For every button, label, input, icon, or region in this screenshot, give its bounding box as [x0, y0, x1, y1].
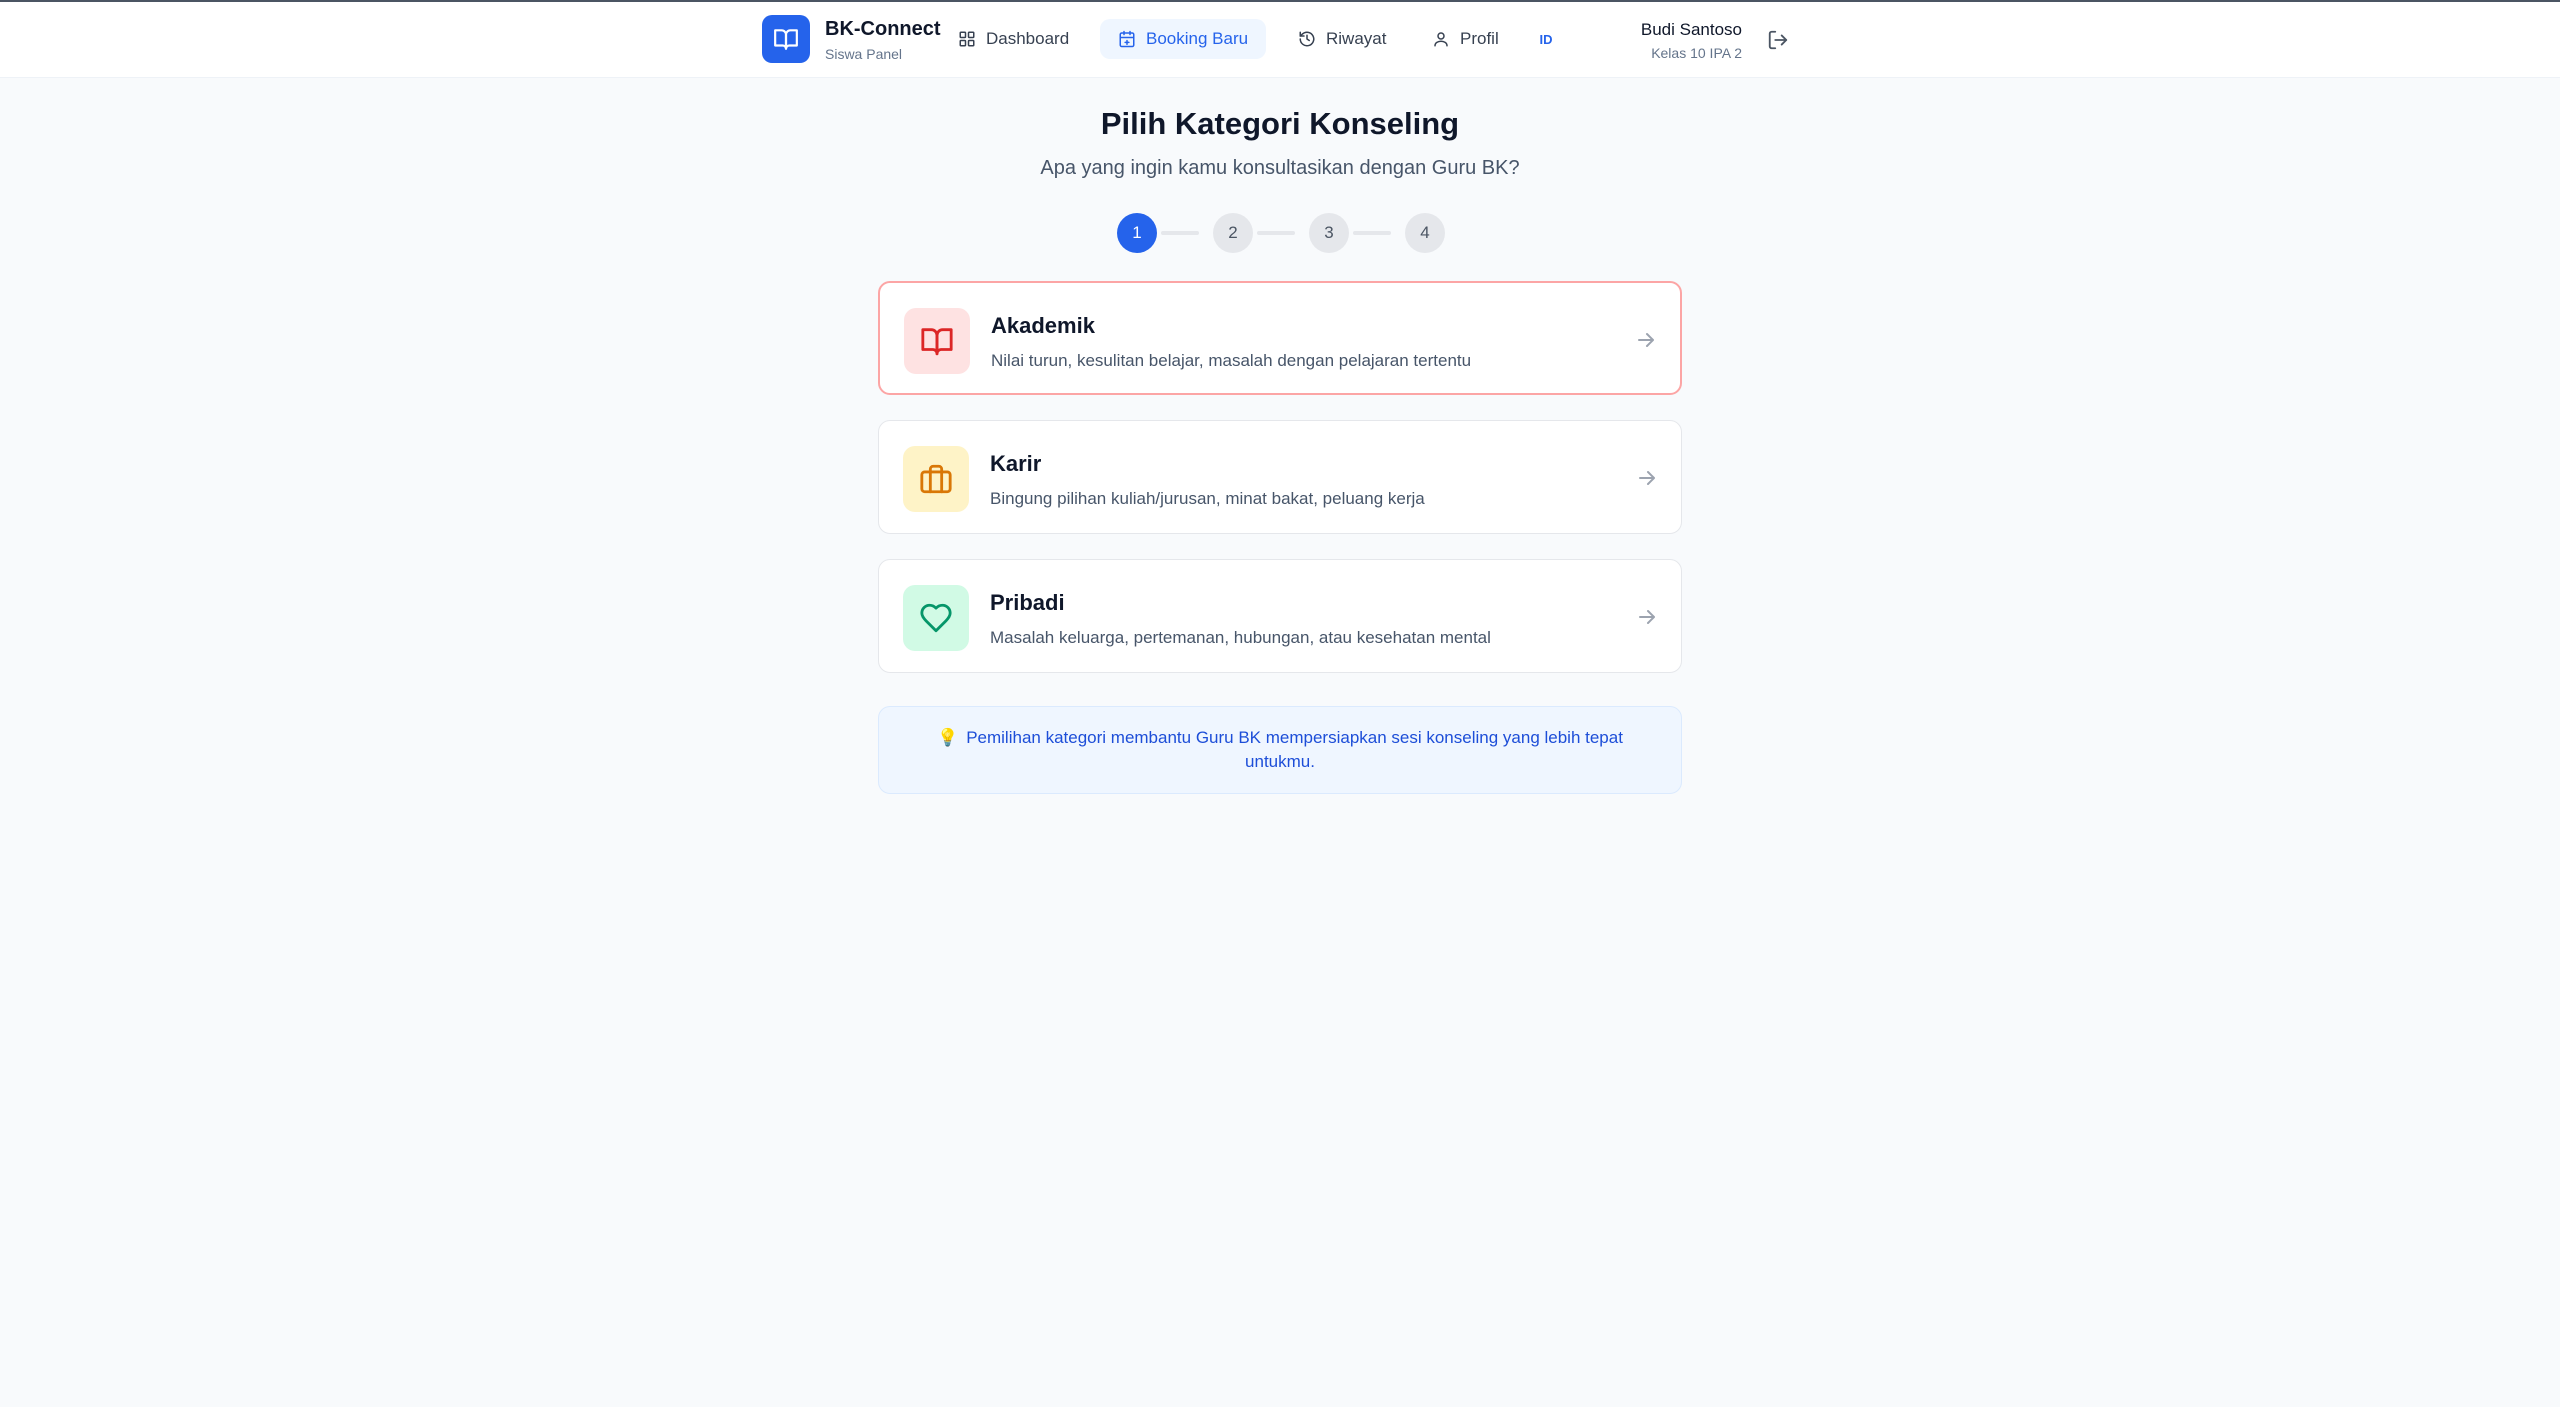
- history-icon: [1299, 31, 1315, 47]
- step-connector: [1353, 231, 1391, 235]
- step-4: 4: [1405, 213, 1445, 253]
- category-title: Akademik: [991, 313, 1095, 338]
- arrow-right-icon: [1638, 333, 1654, 347]
- category-card-pribadi[interactable]: Pribadi Masalah keluarga, pertemanan, hu…: [878, 559, 1682, 673]
- user-name: Budi Santoso: [1640, 20, 1742, 39]
- nav-profil-label: Profil: [1460, 29, 1499, 48]
- pribadi-icon-box: [903, 585, 969, 651]
- category-card-karir[interactable]: Karir Bingung pilihan kuliah/jurusan, mi…: [878, 420, 1682, 534]
- nav-booking-baru[interactable]: Booking Baru: [1100, 19, 1267, 59]
- logout-button[interactable]: [1764, 26, 1792, 54]
- category-title: Pribadi: [990, 590, 1065, 615]
- arrow-right-icon: [1639, 610, 1655, 624]
- karir-icon-box: [903, 446, 969, 512]
- top-navbar: BK-Connect Siswa Panel Dashboard Booking…: [0, 2, 2560, 78]
- step-3: 3: [1309, 213, 1349, 253]
- arrow-right-icon: [1639, 471, 1655, 485]
- info-banner: 💡 Pemilihan kategori membantu Guru BK mem…: [878, 706, 1682, 794]
- akademik-icon-box: [904, 308, 970, 374]
- page-subtitle: Apa yang ingin kamu konsultasikan dengan…: [1040, 157, 1520, 179]
- nav-riwayat[interactable]: Riwayat: [1280, 19, 1404, 59]
- page-title: Pilih Kategori Konseling: [1100, 106, 1460, 141]
- language-toggle[interactable]: ID: [1530, 22, 1562, 56]
- category-description: Bingung pilihan kuliah/jurusan, minat ba…: [990, 489, 1425, 508]
- step-1: 1: [1117, 213, 1157, 253]
- briefcase-icon: [920, 464, 952, 494]
- nav-profil[interactable]: Profil: [1414, 19, 1517, 59]
- heart-icon: [920, 603, 952, 633]
- brand-logo[interactable]: [762, 15, 810, 63]
- step-connector: [1161, 231, 1199, 235]
- grid-icon: [959, 31, 975, 47]
- book-open-icon: [774, 29, 798, 50]
- user-icon: [1434, 32, 1448, 47]
- category-description: Masalah keluarga, pertemanan, hubungan, …: [990, 628, 1491, 647]
- brand-name: BK-Connect: [825, 18, 941, 40]
- step-connector: [1257, 231, 1295, 235]
- lightbulb-icon: 💡 Pemilihan kategori membantu Guru BK mem…: [937, 728, 1623, 771]
- category-description: Nilai turun, kesulitan belajar, masalah …: [991, 351, 1472, 370]
- step-2: 2: [1213, 213, 1253, 253]
- calendar-plus-icon: [1119, 30, 1135, 48]
- category-card-akademik[interactable]: Akademik Nilai turun, kesulitan belajar,…: [878, 281, 1682, 395]
- nav-booking-baru-label: Booking Baru: [1146, 29, 1249, 48]
- navbar-container: BK-Connect Siswa Panel Dashboard Booking…: [762, 2, 1792, 77]
- user-class: Kelas 10 IPA 2: [1651, 45, 1742, 61]
- logout-icon: [1768, 30, 1788, 50]
- nav-riwayat-label: Riwayat: [1326, 29, 1387, 48]
- brand-subtitle: Siswa Panel: [825, 46, 903, 62]
- nav-dashboard[interactable]: Dashboard: [940, 19, 1087, 59]
- book-open-icon: [921, 328, 953, 356]
- nav-dashboard-label: Dashboard: [986, 29, 1070, 48]
- info-text: Pemilihan kategori membantu Guru BK memp…: [966, 728, 1623, 771]
- category-title: Karir: [990, 451, 1042, 476]
